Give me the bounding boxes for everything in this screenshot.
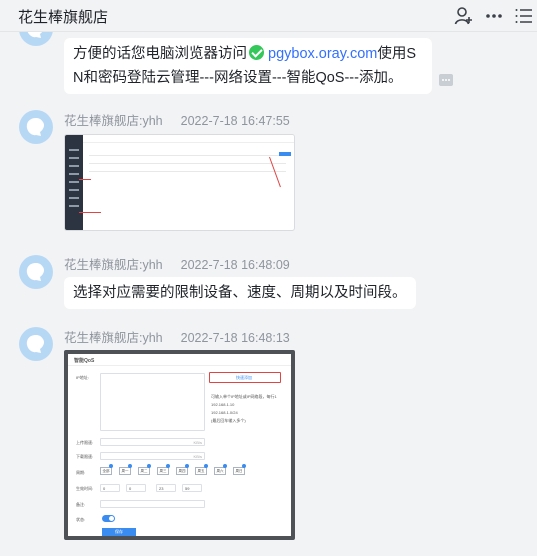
ip-textarea	[100, 373, 205, 431]
message-time: 2022-7-18 16:47:55	[180, 114, 290, 128]
message-text: 使用S	[377, 46, 417, 62]
save-button: 保存	[102, 528, 136, 536]
sender-name: 花生棒旗舰店:yhh	[64, 114, 163, 128]
add-user-icon[interactable]	[454, 6, 474, 26]
avatar[interactable]	[19, 32, 53, 46]
chat-messages[interactable]: 方便的话您电脑浏览器访问 pgybox.oray.com使用S N和密码登陆云管理…	[0, 32, 537, 556]
verified-check-icon	[249, 45, 264, 60]
list-icon[interactable]	[514, 6, 534, 26]
message-bubble[interactable]: 方便的话您电脑浏览器访问 pgybox.oray.com使用S N和密码登陆云管理…	[64, 38, 432, 94]
message-sender: 花生棒旗舰店:yhh 2022-7-18 16:47:55	[64, 110, 290, 129]
more-icon[interactable]	[484, 6, 504, 26]
message-text: 选择对应需要的限制设备、速度、周期以及时间段。	[73, 285, 407, 301]
message-image[interactable]	[64, 134, 295, 231]
message-link[interactable]: pgybox.oray.com	[268, 46, 377, 62]
message-text: N和密码登陆云管理---网络设置---智能QoS---添加。	[73, 70, 403, 86]
message-sender: 花生棒旗舰店:yhh 2022-7-18 16:48:09	[64, 254, 290, 273]
avatar[interactable]	[19, 327, 53, 361]
sender-name: 花生棒旗舰店:yhh	[64, 331, 163, 345]
message-more-button[interactable]	[439, 74, 453, 86]
status-toggle	[102, 515, 115, 522]
message-text: 方便的话您电脑浏览器访问	[73, 46, 247, 62]
avatar[interactable]	[19, 255, 53, 289]
avatar[interactable]	[19, 110, 53, 144]
message-time: 2022-7-18 16:48:09	[180, 258, 290, 272]
message-image[interactable]: 智能QoS IP地址: 快速添加 可输入单个IP地址或IP网络段，每行1 192…	[64, 350, 295, 540]
chat-header: 花生棒旗舰店	[0, 0, 537, 32]
quick-add-select: 快速添加	[209, 372, 281, 383]
message-bubble[interactable]: 选择对应需要的限制设备、速度、周期以及时间段。	[64, 277, 416, 309]
image-title: 智能QoS	[74, 358, 95, 364]
image-topbar	[83, 135, 294, 143]
message-sender: 花生棒旗舰店:yhh 2022-7-18 16:48:13	[64, 327, 290, 346]
message-time: 2022-7-18 16:48:13	[180, 331, 290, 345]
chat-title: 花生棒旗舰店	[18, 9, 109, 26]
sender-name: 花生棒旗舰店:yhh	[64, 258, 163, 272]
